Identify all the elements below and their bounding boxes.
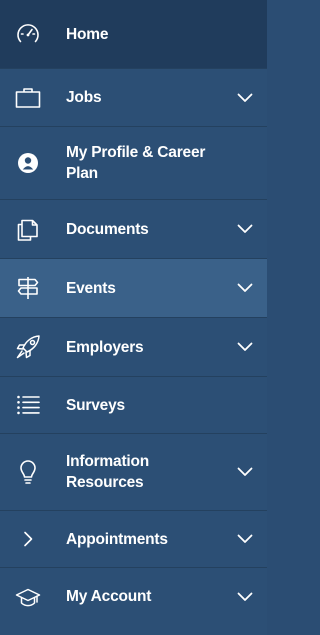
chevron-right-icon bbox=[15, 526, 41, 552]
nav-item-my-profile[interactable]: My Profile & Career Plan bbox=[0, 127, 267, 200]
nav-item-information-resources[interactable]: Information Resources bbox=[0, 434, 267, 511]
nav-item-label: Documents bbox=[66, 221, 149, 238]
chevron-down-icon[interactable] bbox=[237, 283, 253, 293]
chevron-down-icon[interactable] bbox=[237, 342, 253, 352]
nav-item-events[interactable]: Events bbox=[0, 259, 267, 318]
chevron-down-icon[interactable] bbox=[237, 224, 253, 234]
nav-item-label: My Account bbox=[66, 588, 152, 605]
nav-item-surveys[interactable]: Surveys bbox=[0, 377, 267, 434]
graduation-cap-icon bbox=[15, 584, 41, 610]
nav-item-jobs[interactable]: Jobs bbox=[0, 69, 267, 127]
nav-item-documents[interactable]: Documents bbox=[0, 200, 267, 259]
nav-item-my-account[interactable]: My Account bbox=[0, 568, 267, 625]
nav-item-appointments[interactable]: Appointments bbox=[0, 511, 267, 568]
nav-item-label: Jobs bbox=[66, 89, 102, 106]
signpost-icon bbox=[15, 275, 41, 301]
chevron-down-icon[interactable] bbox=[237, 534, 253, 544]
nav-item-label: Events bbox=[66, 280, 116, 297]
nav-item-label: Appointments bbox=[66, 531, 168, 548]
rocket-icon bbox=[15, 334, 41, 360]
nav-item-label: My Profile & Career Plan bbox=[66, 144, 206, 182]
nav-item-employers[interactable]: Employers bbox=[0, 318, 267, 377]
chevron-down-icon[interactable] bbox=[237, 93, 253, 103]
list-icon bbox=[15, 392, 41, 418]
side-navigation: Home Jobs My Profile & Career Plan Docum… bbox=[0, 0, 267, 635]
documents-icon bbox=[15, 216, 41, 242]
nav-item-home[interactable]: Home bbox=[0, 0, 267, 69]
nav-item-label: Information Resources bbox=[66, 453, 150, 491]
chevron-down-icon[interactable] bbox=[237, 467, 253, 477]
nav-item-label: Employers bbox=[66, 339, 144, 356]
lightbulb-icon bbox=[15, 459, 41, 485]
nav-item-label: Home bbox=[66, 26, 109, 43]
briefcase-icon bbox=[15, 85, 41, 111]
chevron-down-icon[interactable] bbox=[237, 592, 253, 602]
nav-item-label: Surveys bbox=[66, 397, 125, 414]
profile-icon bbox=[15, 150, 41, 176]
speedometer-icon bbox=[15, 21, 41, 47]
